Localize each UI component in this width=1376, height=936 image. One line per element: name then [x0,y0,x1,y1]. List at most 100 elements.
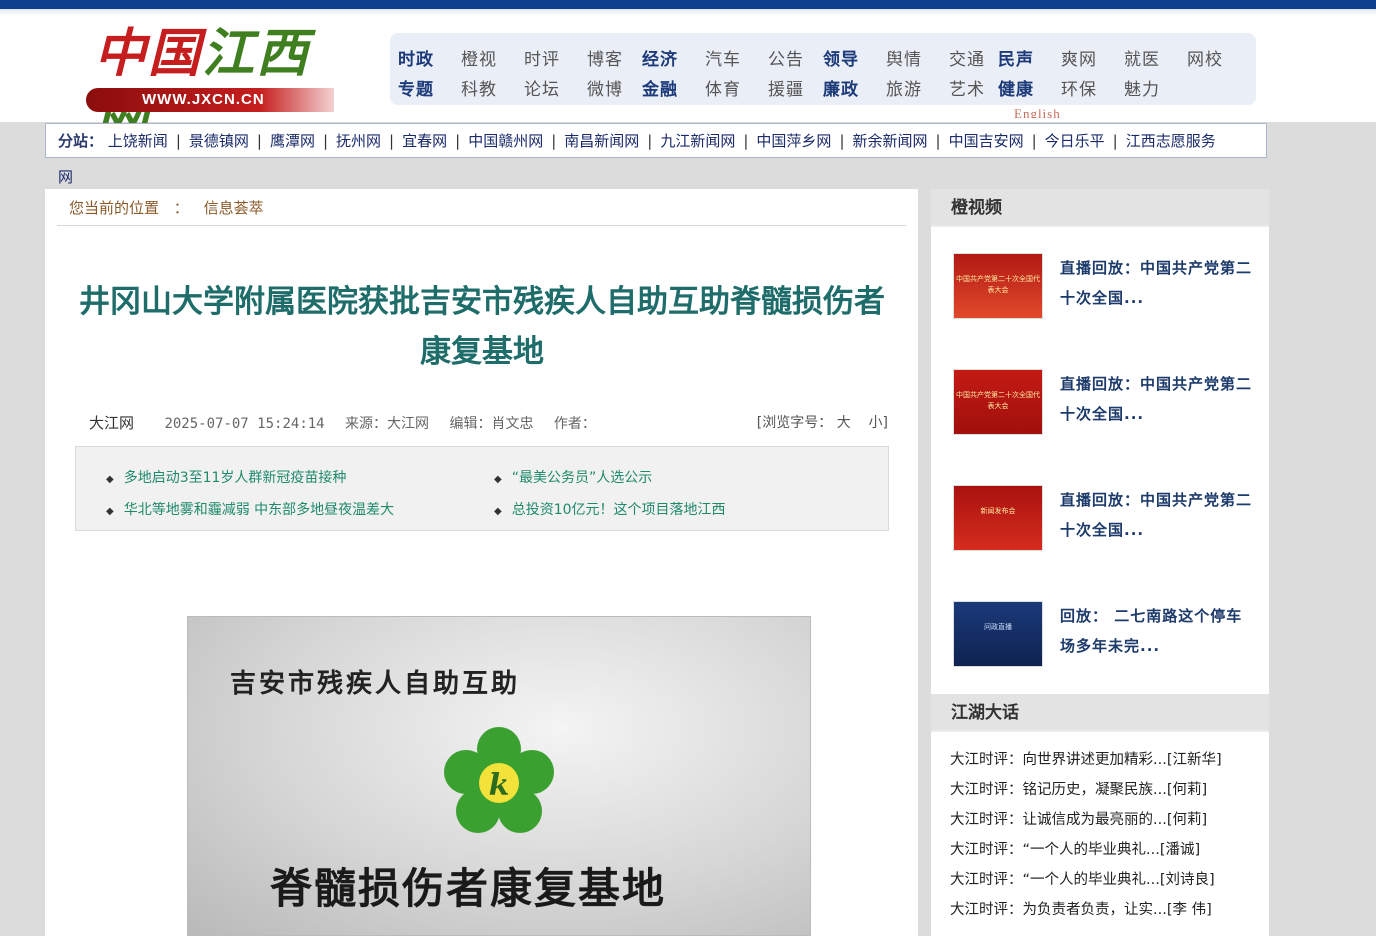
talk-link[interactable]: 大江时评：铭记历史，凝聚民族...[何莉] [950,775,1222,805]
divider [57,225,906,226]
separator: | [647,132,653,150]
logo-url: WWW.JXCN.CN [86,88,334,112]
nav-item[interactable]: 金融 [642,75,678,100]
nav-item[interactable]: 健康 [998,75,1034,100]
svg-text:k: k [489,768,510,803]
related-link[interactable]: ◆ 华北等地雾和霾减弱 中东部多地昼夜温差大 [106,499,394,519]
substation-link[interactable]: 中国吉安网 [949,132,1024,150]
article-meta: 大江网 2025-07-07 15:24:14 来源：大江网 编辑：肖文忠 作者… [89,412,608,433]
video-item[interactable]: 问政直播 回放： 二七南路这个停车场多年未完... [953,601,1253,671]
photo-plaque-line1: 吉安市残疾人自助互助 [230,669,521,699]
diamond-bullet-icon: ◆ [494,506,502,517]
nav-item[interactable]: 汽车 [705,45,741,70]
font-small-button[interactable]: 小] [869,415,888,431]
nav-item[interactable]: 环保 [1061,75,1097,100]
separator: | [175,132,181,150]
breadcrumb: 您当前的位置 ： 信息荟萃 [69,197,274,218]
nav-item[interactable]: 领导 [823,45,859,70]
talk-link[interactable]: 大江时评：“一个人的毕业典礼...[刘诗良] [950,865,1222,895]
photo-plaque-line2: 脊髓损伤者康复基地 [270,864,667,913]
video-title: 直播回放：中国共产党第二十次全国... [1060,491,1253,539]
nav-item[interactable]: 公告 [768,45,804,70]
nav-item[interactable]: 廉政 [823,75,859,100]
talk-link[interactable]: 大江时评：“一个人的毕业典礼...[潘诚] [950,835,1222,865]
separator: | [551,132,557,150]
nav-item[interactable]: 时评 [524,45,560,70]
related-link[interactable]: ◆ “最美公务员”人选公示 [494,467,652,487]
diamond-bullet-icon: ◆ [494,474,502,485]
separator: | [389,132,395,150]
site-logo[interactable]: 中国江西网 WWW.JXCN.CN [86,18,336,156]
video-item[interactable]: 中国共产党第二十次全国代表大会 直播回放：中国共产党第二十次全国... [953,369,1253,439]
english-link[interactable]: English [1014,106,1061,118]
related-link[interactable]: ◆ 多地启动3至11岁人群新冠疫苗接种 [106,467,346,487]
nav-item[interactable]: 科教 [461,75,497,100]
breadcrumb-label: 您当前的位置 [69,199,160,217]
substation-link[interactable]: 南昌新闻网 [564,132,639,150]
article-panel: 您当前的位置 ： 信息荟萃 井冈山大学附属医院获批吉安市残疾人自助互助脊髓损伤者… [45,189,918,936]
substation-link[interactable]: 中国萍乡网 [756,132,831,150]
separator: | [1112,132,1118,150]
font-size-label: [浏览字号： [756,415,833,431]
separator: | [743,132,749,150]
video-title: 直播回放：中国共产党第二十次全国... [1060,375,1253,423]
substation-link[interactable]: 抚州网 [336,132,381,150]
breadcrumb-sep: ： [173,199,189,217]
substation-link[interactable]: 鹰潭网 [270,132,315,150]
substation-link[interactable]: 江西志愿服务 [1126,132,1216,150]
nav-item[interactable]: 舆情 [886,45,922,70]
nav-item[interactable]: 援疆 [768,75,804,100]
video-thumbnail: 问政直播 [953,601,1043,667]
substation-link[interactable]: 景德镇网 [189,132,249,150]
separator: | [322,132,329,150]
video-item[interactable]: 中国共产党第二十次全国代表大会 直播回放：中国共产党第二十次全国... [953,253,1253,323]
article-title: 井冈山大学附属医院获批吉安市残疾人自助互助脊髓损伤者康复基地 [79,284,885,370]
nav-item[interactable]: 博客 [587,45,623,70]
article-author: 作者： [553,416,596,432]
right-sidebar: 橙视频 中国共产党第二十次全国代表大会 直播回放：中国共产党第二十次全国... … [931,189,1269,936]
nav-item[interactable]: 时政 [398,45,434,70]
nav-item[interactable]: 爽网 [1061,45,1097,70]
separator: | [256,132,262,150]
nav-item[interactable]: 民声 [998,45,1034,70]
talk-link[interactable]: 大江时评：向世界讲述更加精彩...[江新华] [950,745,1222,775]
font-large-button[interactable]: 大 [837,415,851,431]
talk-link[interactable]: 大江时评：为负责者负责，让实...[李 伟] [950,895,1222,925]
font-size-control: [浏览字号： 大 小] [757,412,888,432]
substation-link[interactable]: 中国赣州网 [468,132,543,150]
nav-item[interactable]: 经济 [642,45,678,70]
nav-item[interactable]: 微博 [587,75,623,100]
breadcrumb-section[interactable]: 信息荟萃 [204,199,264,217]
article-site: 大江网 [89,414,135,432]
nav-item[interactable]: 旅游 [886,75,922,100]
separator: | [935,132,941,150]
related-link[interactable]: ◆ 总投资10亿元！这个项目落地江西 [494,499,726,519]
talk-list: 大江时评：向世界讲述更加精彩...[江新华] 大江时评：铭记历史，凝聚民族...… [950,745,1222,925]
substation-link[interactable]: 上饶新闻 [108,132,168,150]
substation-list: 分站： 上饶新闻 | 景德镇网 | 鹰潭网 | 抚州网 | 宜春网 | 中国赣州网 | 南昌新闻网 | 九江… [58,130,1216,151]
substation-link-wrap[interactable]: 网 [58,166,73,187]
substation-link[interactable]: 宜春网 [402,132,447,150]
nav-item[interactable]: 网校 [1187,45,1223,70]
nav-item[interactable]: 艺术 [949,75,985,100]
substation-link[interactable]: 今日乐平 [1045,132,1105,150]
top-accent-bar [0,0,1376,9]
article-editor: 编辑：肖文忠 [449,416,534,432]
substation-link[interactable]: 新余新闻网 [853,132,928,150]
nav-item[interactable]: 就医 [1124,45,1160,70]
related-links-box: ◆ 多地启动3至11岁人群新冠疫苗接种 ◆ “最美公务员”人选公示 ◆ 华北等地雾和霾… [75,446,889,531]
nav-item[interactable]: 魅力 [1124,75,1160,100]
nav-item[interactable]: 论坛 [524,75,560,100]
talk-link[interactable]: 大江时评：让诚信成为最亮丽的...[何莉] [950,805,1222,835]
nav-item[interactable]: 橙视 [461,45,497,70]
nav-item[interactable]: 专题 [398,75,434,100]
diamond-bullet-icon: ◆ [106,506,114,517]
separator: | [839,132,845,150]
video-thumbnail: 新闻发布会 [953,485,1043,551]
nav-item[interactable]: 交通 [949,45,985,70]
talk-section-header: 江湖大话 [931,694,1269,732]
video-item[interactable]: 新闻发布会 直播回放：中国共产党第二十次全国... [953,485,1253,555]
nav-item[interactable]: 体育 [705,75,741,100]
video-section-header: 橙视频 [931,189,1269,227]
substation-link[interactable]: 九江新闻网 [660,132,735,150]
